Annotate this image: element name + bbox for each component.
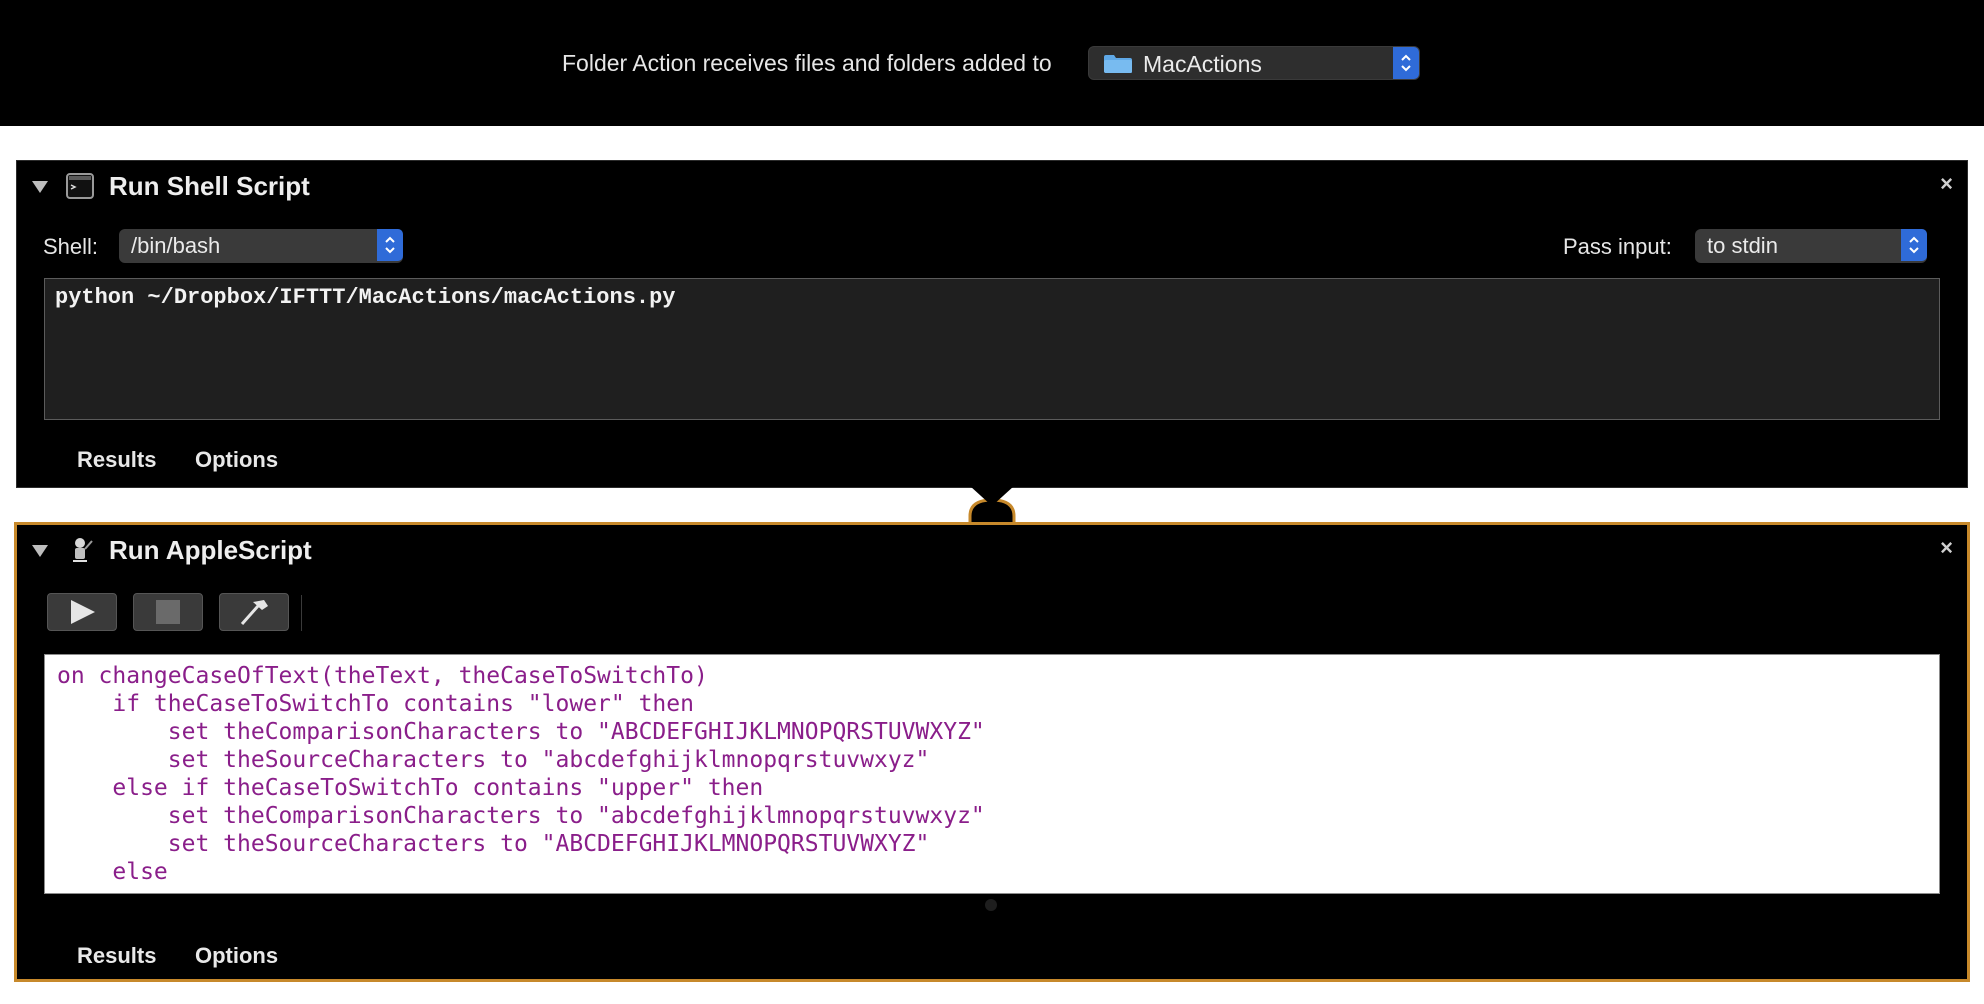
results-tab[interactable]: Results — [77, 943, 156, 969]
play-icon — [71, 600, 95, 624]
options-tab[interactable]: Options — [195, 943, 278, 969]
compile-button[interactable] — [219, 593, 289, 631]
resize-handle[interactable] — [985, 899, 997, 911]
script-line: set theComparisonCharacters to "ABCDEFGH… — [57, 719, 985, 745]
terminal-icon — [66, 173, 94, 199]
folder-icon — [1104, 55, 1132, 73]
script-line: set theSourceCharacters to "ABCDEFGHIJKL… — [57, 831, 930, 857]
applescript-editor[interactable]: on changeCaseOfText(theText, theCaseToSw… — [44, 654, 1940, 894]
hammer-icon — [240, 600, 268, 625]
workflow-header: Folder Action receives files and folders… — [0, 0, 1984, 126]
action-title: Run AppleScript — [109, 535, 312, 565]
action-title: Run Shell Script — [109, 171, 310, 201]
folder-popup-label: MacActions — [1143, 51, 1262, 77]
pass-input-popup-value: to stdin — [1707, 233, 1778, 258]
shell-script-editor[interactable]: python ~/Dropbox/IFTTT/MacActions/macAct… — [44, 278, 1940, 420]
script-line: set theSourceCharacters to "abcdefghijkl… — [57, 747, 930, 773]
shell-script-text: python ~/Dropbox/IFTTT/MacActions/macAct… — [55, 285, 676, 310]
script-editor-icon — [73, 538, 93, 562]
script-line: if theCaseToSwitchTo contains "lower" th… — [57, 691, 694, 717]
options-tab[interactable]: Options — [195, 447, 278, 473]
shell-label: Shell: — [43, 234, 99, 259]
chevron-updown-icon — [377, 229, 403, 261]
script-line: on changeCaseOfText(theText, theCaseToSw… — [57, 663, 708, 689]
shell-popup[interactable]: /bin/bash — [119, 229, 403, 263]
results-tab[interactable]: Results — [77, 447, 156, 473]
folder-action-label: Folder Action receives files and folders… — [562, 50, 1052, 76]
stop-icon — [156, 600, 180, 624]
disclosure-triangle-icon[interactable] — [31, 543, 49, 559]
stop-button[interactable] — [133, 593, 203, 631]
script-line: else — [57, 859, 168, 885]
close-icon[interactable]: × — [1940, 171, 1953, 197]
pass-input-label: Pass input: — [1563, 234, 1672, 259]
script-line: else if theCaseToSwitchTo contains "uppe… — [57, 775, 764, 801]
run-button[interactable] — [47, 593, 117, 631]
run-applescript-action: Run AppleScript × on changeCaseOfText(th… — [14, 522, 1970, 982]
close-icon[interactable]: × — [1940, 535, 1953, 561]
pass-input-popup[interactable]: to stdin — [1695, 229, 1927, 263]
shell-popup-value: /bin/bash — [131, 233, 221, 258]
script-line: set theComparisonCharacters to "abcdefgh… — [57, 803, 985, 829]
toolbar-separator — [301, 595, 302, 631]
run-shell-script-action: Run Shell Script × Shell: /bin/bash Pass… — [16, 160, 1968, 488]
disclosure-triangle-icon[interactable] — [31, 179, 49, 195]
chevron-updown-icon — [1901, 229, 1927, 261]
chevron-updown-icon — [1393, 47, 1419, 79]
folder-popup[interactable]: MacActions — [1088, 46, 1420, 80]
